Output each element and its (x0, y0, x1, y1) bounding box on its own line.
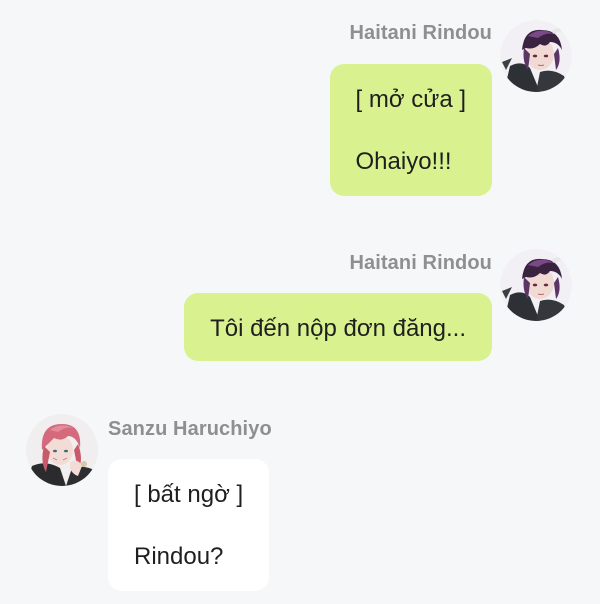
message-line: Tôi đến nộp đơn đăng... (210, 315, 466, 342)
message-line: [ mở cửa ] (355, 86, 466, 113)
avatar-purple-hair-icon[interactable] (500, 20, 572, 92)
sender-name: Haitani Rindou (349, 22, 492, 44)
avatar-purple-hair-icon[interactable] (500, 249, 572, 321)
message-line: Ohaiyo!!! (355, 148, 452, 176)
message-line: [ bất ngờ ] (134, 481, 244, 508)
message-bubble[interactable]: [ bất ngờ ] Rindou? (108, 459, 270, 591)
avatar-pink-hair-icon[interactable] (26, 414, 98, 486)
sender-name: Haitani Rindou (349, 252, 492, 274)
message-bubble[interactable]: Tôi đến nộp đơn đăng... (184, 293, 492, 361)
message-bubble[interactable]: [ mở cửa ] Ohaiyo!!! (329, 64, 492, 196)
message-line: Rindou? (134, 543, 224, 571)
sender-name: Sanzu Haruchiyo (108, 418, 272, 440)
